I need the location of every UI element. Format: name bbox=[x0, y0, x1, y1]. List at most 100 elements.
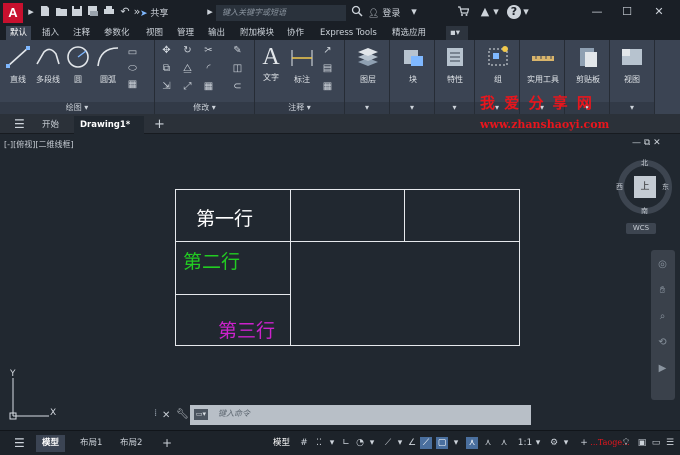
command-input[interactable]: 键入命令 bbox=[218, 408, 250, 419]
tab-featured-apps[interactable]: 精选应用 bbox=[388, 26, 430, 40]
scale-icon[interactable]: ⤢ bbox=[181, 80, 194, 93]
tab-annotate[interactable]: 注释 bbox=[69, 26, 94, 40]
search-input[interactable]: 键入关键字或短语 bbox=[216, 5, 346, 21]
table-row1-text[interactable]: 第一行 bbox=[196, 204, 253, 231]
scale-readout[interactable]: 1:1 bbox=[516, 437, 534, 449]
zoom-icon[interactable]: ⌕ bbox=[656, 310, 669, 323]
search-icon[interactable] bbox=[350, 5, 364, 19]
save-icon[interactable] bbox=[70, 5, 84, 19]
auto-scale-icon[interactable]: ⋏ bbox=[498, 437, 510, 449]
annotation-scale-icon[interactable]: ⋏ bbox=[466, 437, 478, 449]
wcs-menu[interactable]: WCS bbox=[626, 223, 656, 234]
block-panel-footer[interactable]: ▾ bbox=[390, 102, 434, 114]
share-button[interactable]: ➤ 共享 bbox=[140, 6, 168, 19]
hardware-acceleration-icon[interactable]: ▣ bbox=[636, 437, 648, 449]
new-layout-icon[interactable]: + bbox=[156, 435, 178, 452]
tab-insert[interactable]: 插入 bbox=[38, 26, 63, 40]
ortho-icon[interactable]: ∟ bbox=[340, 437, 352, 449]
command-line[interactable]: ▭▾ 键入命令 bbox=[190, 405, 531, 425]
group-button[interactable]: 组 bbox=[483, 44, 513, 85]
isodraft-icon[interactable]: ⟋ bbox=[382, 437, 394, 449]
grid-icon[interactable]: # bbox=[298, 437, 310, 449]
tab-parametric[interactable]: 参数化 bbox=[100, 26, 134, 40]
tab-express-tools[interactable]: Express Tools bbox=[316, 26, 381, 40]
block-button[interactable]: 块 bbox=[398, 44, 428, 85]
layers-panel-footer[interactable]: ▾ bbox=[345, 102, 389, 114]
properties-panel-footer[interactable]: ▾ bbox=[435, 102, 474, 114]
stretch-icon[interactable]: ⇲ bbox=[160, 80, 173, 93]
app-logo[interactable]: A bbox=[3, 3, 23, 23]
tab-default[interactable]: 默认 bbox=[6, 26, 32, 40]
gradient-icon[interactable]: ▦ bbox=[126, 78, 139, 91]
pan-icon[interactable]: ✋︎ bbox=[656, 284, 669, 297]
minimize-button[interactable]: — bbox=[588, 4, 606, 20]
settings-gear-icon[interactable]: ⚙ bbox=[548, 437, 560, 449]
login-button[interactable]: 👤︎ 登录 bbox=[368, 6, 400, 19]
polar-icon[interactable]: ◔ bbox=[354, 437, 366, 449]
command-history-icon[interactable]: ▭▾ bbox=[194, 409, 208, 420]
arc-button[interactable]: 圆弧 bbox=[94, 44, 122, 85]
dimension-button[interactable]: 标注 bbox=[288, 44, 316, 85]
tab-output[interactable]: 输出 bbox=[204, 26, 229, 40]
object-snap-tracking-icon[interactable]: ∠ bbox=[406, 437, 418, 449]
save-as-icon[interactable] bbox=[86, 5, 100, 19]
trim-icon[interactable]: ✂ bbox=[202, 44, 215, 57]
orbit-icon[interactable]: ⟲ bbox=[656, 336, 669, 349]
modify-panel-footer[interactable]: 修改 ▾ bbox=[155, 102, 254, 114]
start-tab[interactable]: 开始 bbox=[36, 116, 65, 134]
annotation-panel-footer[interactable]: 注释 ▾ bbox=[255, 102, 344, 114]
line-button[interactable]: 直线 bbox=[4, 44, 32, 85]
isolate-objects-icon[interactable]: 💡︎ bbox=[620, 437, 632, 449]
close-button[interactable]: ✕ bbox=[650, 4, 668, 20]
print-icon[interactable] bbox=[102, 5, 116, 19]
erase-icon[interactable]: ✎ bbox=[231, 44, 244, 57]
offset-icon[interactable]: ⊂ bbox=[231, 80, 244, 93]
viewport-controls-label[interactable]: [-][俯视][二维线框] bbox=[4, 139, 74, 150]
view-panel-footer[interactable]: ▾ bbox=[610, 102, 654, 114]
clipboard-button[interactable]: 剪贴板 bbox=[569, 44, 607, 85]
view-button[interactable]: 视图 bbox=[616, 44, 648, 85]
iso-dropdown-icon[interactable]: ▾ bbox=[396, 437, 404, 449]
rectangle-icon[interactable]: ▭ bbox=[126, 46, 139, 59]
command-close-icon[interactable]: ✕ bbox=[162, 410, 170, 421]
command-customize-icon[interactable]: 🔧︎ bbox=[176, 409, 189, 420]
add-icon[interactable]: + bbox=[578, 437, 590, 449]
array-icon[interactable]: ▦ bbox=[202, 80, 215, 93]
viewcube-top-face[interactable]: 上 bbox=[634, 176, 656, 198]
move-icon[interactable]: ✥ bbox=[160, 44, 173, 57]
drawing-tab[interactable]: Drawing1* ✕ bbox=[74, 116, 144, 148]
circle-button[interactable]: 圆 bbox=[64, 44, 92, 85]
layout-menu-icon[interactable]: ☰ bbox=[8, 435, 31, 452]
polar-dropdown-icon[interactable]: ▾ bbox=[368, 437, 376, 449]
autodesk-app-icon[interactable]: ▲ bbox=[478, 5, 492, 19]
login-dropdown-icon[interactable]: ▾ bbox=[410, 5, 418, 19]
ribbon-toggle-icon[interactable]: ▪▾ bbox=[446, 26, 468, 40]
app-dropdown-icon[interactable]: ▾ bbox=[492, 5, 500, 19]
customize-menu-icon[interactable]: ☰ bbox=[664, 437, 676, 449]
snap-dropdown-icon[interactable]: ▾ bbox=[328, 437, 336, 449]
maximize-button[interactable]: ☐ bbox=[618, 4, 636, 20]
tab-addins[interactable]: 附加模块 bbox=[236, 26, 278, 40]
osnap-dropdown-icon[interactable]: ▾ bbox=[452, 437, 460, 449]
table-icon[interactable]: ▤ bbox=[321, 62, 334, 75]
viewport-window-controls[interactable]: — ⧉ ✕ bbox=[632, 138, 661, 148]
snap-icon[interactable]: ⁚⁚ bbox=[313, 437, 325, 449]
new-file-icon[interactable] bbox=[38, 5, 52, 19]
text-button[interactable]: A 文字 bbox=[257, 44, 285, 83]
model-tab[interactable]: 模型 bbox=[36, 435, 66, 452]
new-tab-icon[interactable]: + bbox=[148, 116, 171, 134]
workspace-dropdown-icon[interactable]: ▾ bbox=[562, 437, 570, 449]
steering-wheel-icon[interactable]: ◎ bbox=[656, 258, 669, 271]
help-icon[interactable]: ? bbox=[507, 5, 521, 19]
rotate-icon[interactable]: ↻ bbox=[181, 44, 194, 57]
help-dropdown-icon[interactable]: ▾ bbox=[522, 5, 530, 19]
layout2-tab[interactable]: 布局2 bbox=[114, 435, 148, 452]
polyline-button[interactable]: 多段线 bbox=[33, 44, 63, 85]
fillet-icon[interactable]: ◜ bbox=[202, 62, 215, 75]
selection-cycling-icon[interactable]: ▢ bbox=[436, 437, 448, 449]
model-space-button[interactable]: 模型 bbox=[270, 435, 293, 452]
mirror-icon[interactable]: ⧋ bbox=[181, 62, 194, 75]
tab-view[interactable]: 视图 bbox=[142, 26, 167, 40]
explode-icon[interactable]: ◫ bbox=[231, 62, 244, 75]
tab-collaborate[interactable]: 协作 bbox=[283, 26, 308, 40]
